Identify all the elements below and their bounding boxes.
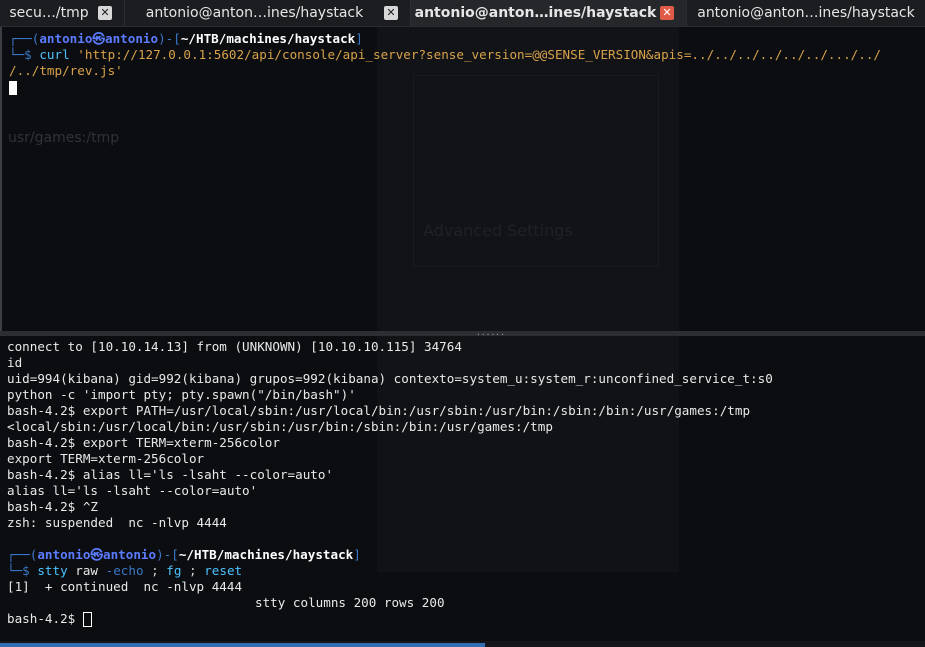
scrollbar-thumb[interactable] [0,643,485,647]
tab-3-active[interactable]: antonio@anton…ines/haystack ✕ [411,0,687,26]
splitter-grip-icon[interactable]: ...... [476,329,505,337]
command-line: └─$ stty raw -echo ; fg ; reset [7,563,243,578]
output-line: id [7,355,23,370]
command-line: └─$ curl 'http://127.0.0.1:5602/api/cons… [9,47,881,62]
output-line: zsh: suspended nc -nlvp 4444 [7,515,227,530]
tab-2[interactable]: antonio@anton…ines/haystack ✕ [125,0,411,26]
output-line: [1] + continued nc -nlvp 4444 [7,579,243,594]
prompt-line: ┌──(antonio㉿antonio)-[~/HTB/machines/hay… [9,31,363,46]
output-line: bash-4.2$ export PATH=/usr/local/sbin:/u… [7,403,751,418]
tab-1-label: secu…/tmp [9,5,89,21]
close-icon[interactable]: ✕ [384,6,398,20]
prompt-line: ┌──(antonio㉿antonio)-[~/HTB/machines/hay… [7,547,361,562]
output-line: bash-4.2$ export TERM=xterm-256color [7,435,280,450]
close-icon[interactable]: ✕ [660,6,674,20]
output-line: stty columns 200 rows 200 [255,595,445,610]
text-cursor [82,612,92,627]
tab-2-label: antonio@anton…ines/haystack [145,5,364,21]
tab-1[interactable]: secu…/tmp ✕ [0,0,125,26]
tab-3-label: antonio@anton…ines/haystack [414,5,657,21]
scrollbar-strip [0,641,925,647]
terminal-pane-top[interactable]: usr/games:/tmp ┌──(antonio㉿antonio)-[~/H… [0,27,925,332]
output-line: python -c 'import pty; pty.spawn("/bin/b… [7,387,356,402]
output-line: connect to [10.10.14.13] from (UNKNOWN) … [7,339,462,354]
ghost-path-text: usr/games:/tmp [8,130,120,146]
command-line-wrap: /../tmp/rev.js' [9,63,123,78]
output-line: uid=994(kibana) gid=992(kibana) grupos=9… [7,371,773,386]
final-prompt-line: bash-4.2$ [7,611,92,627]
text-cursor [9,80,17,95]
close-icon[interactable]: ✕ [98,6,112,20]
tab-bar: secu…/tmp ✕ antonio@anton…ines/haystack … [0,0,925,27]
tab-4[interactable]: antonio@anton…ines/haystack [687,0,925,26]
terminal-pane-bottom[interactable]: connect to [10.10.14.13] from (UNKNOWN) … [0,336,925,641]
tab-4-label: antonio@anton…ines/haystack [697,5,915,21]
cursor-line [9,79,17,95]
output-line: export TERM=xterm-256color [7,451,205,466]
output-line: bash-4.2$ ^Z [7,499,98,514]
output-line: alias ll='ls -lsaht --color=auto' [7,483,258,498]
output-line: bash-4.2$ alias ll='ls -lsaht --color=au… [7,467,334,482]
output-line: <local/sbin:/usr/local/bin:/usr/sbin:/us… [7,419,553,434]
